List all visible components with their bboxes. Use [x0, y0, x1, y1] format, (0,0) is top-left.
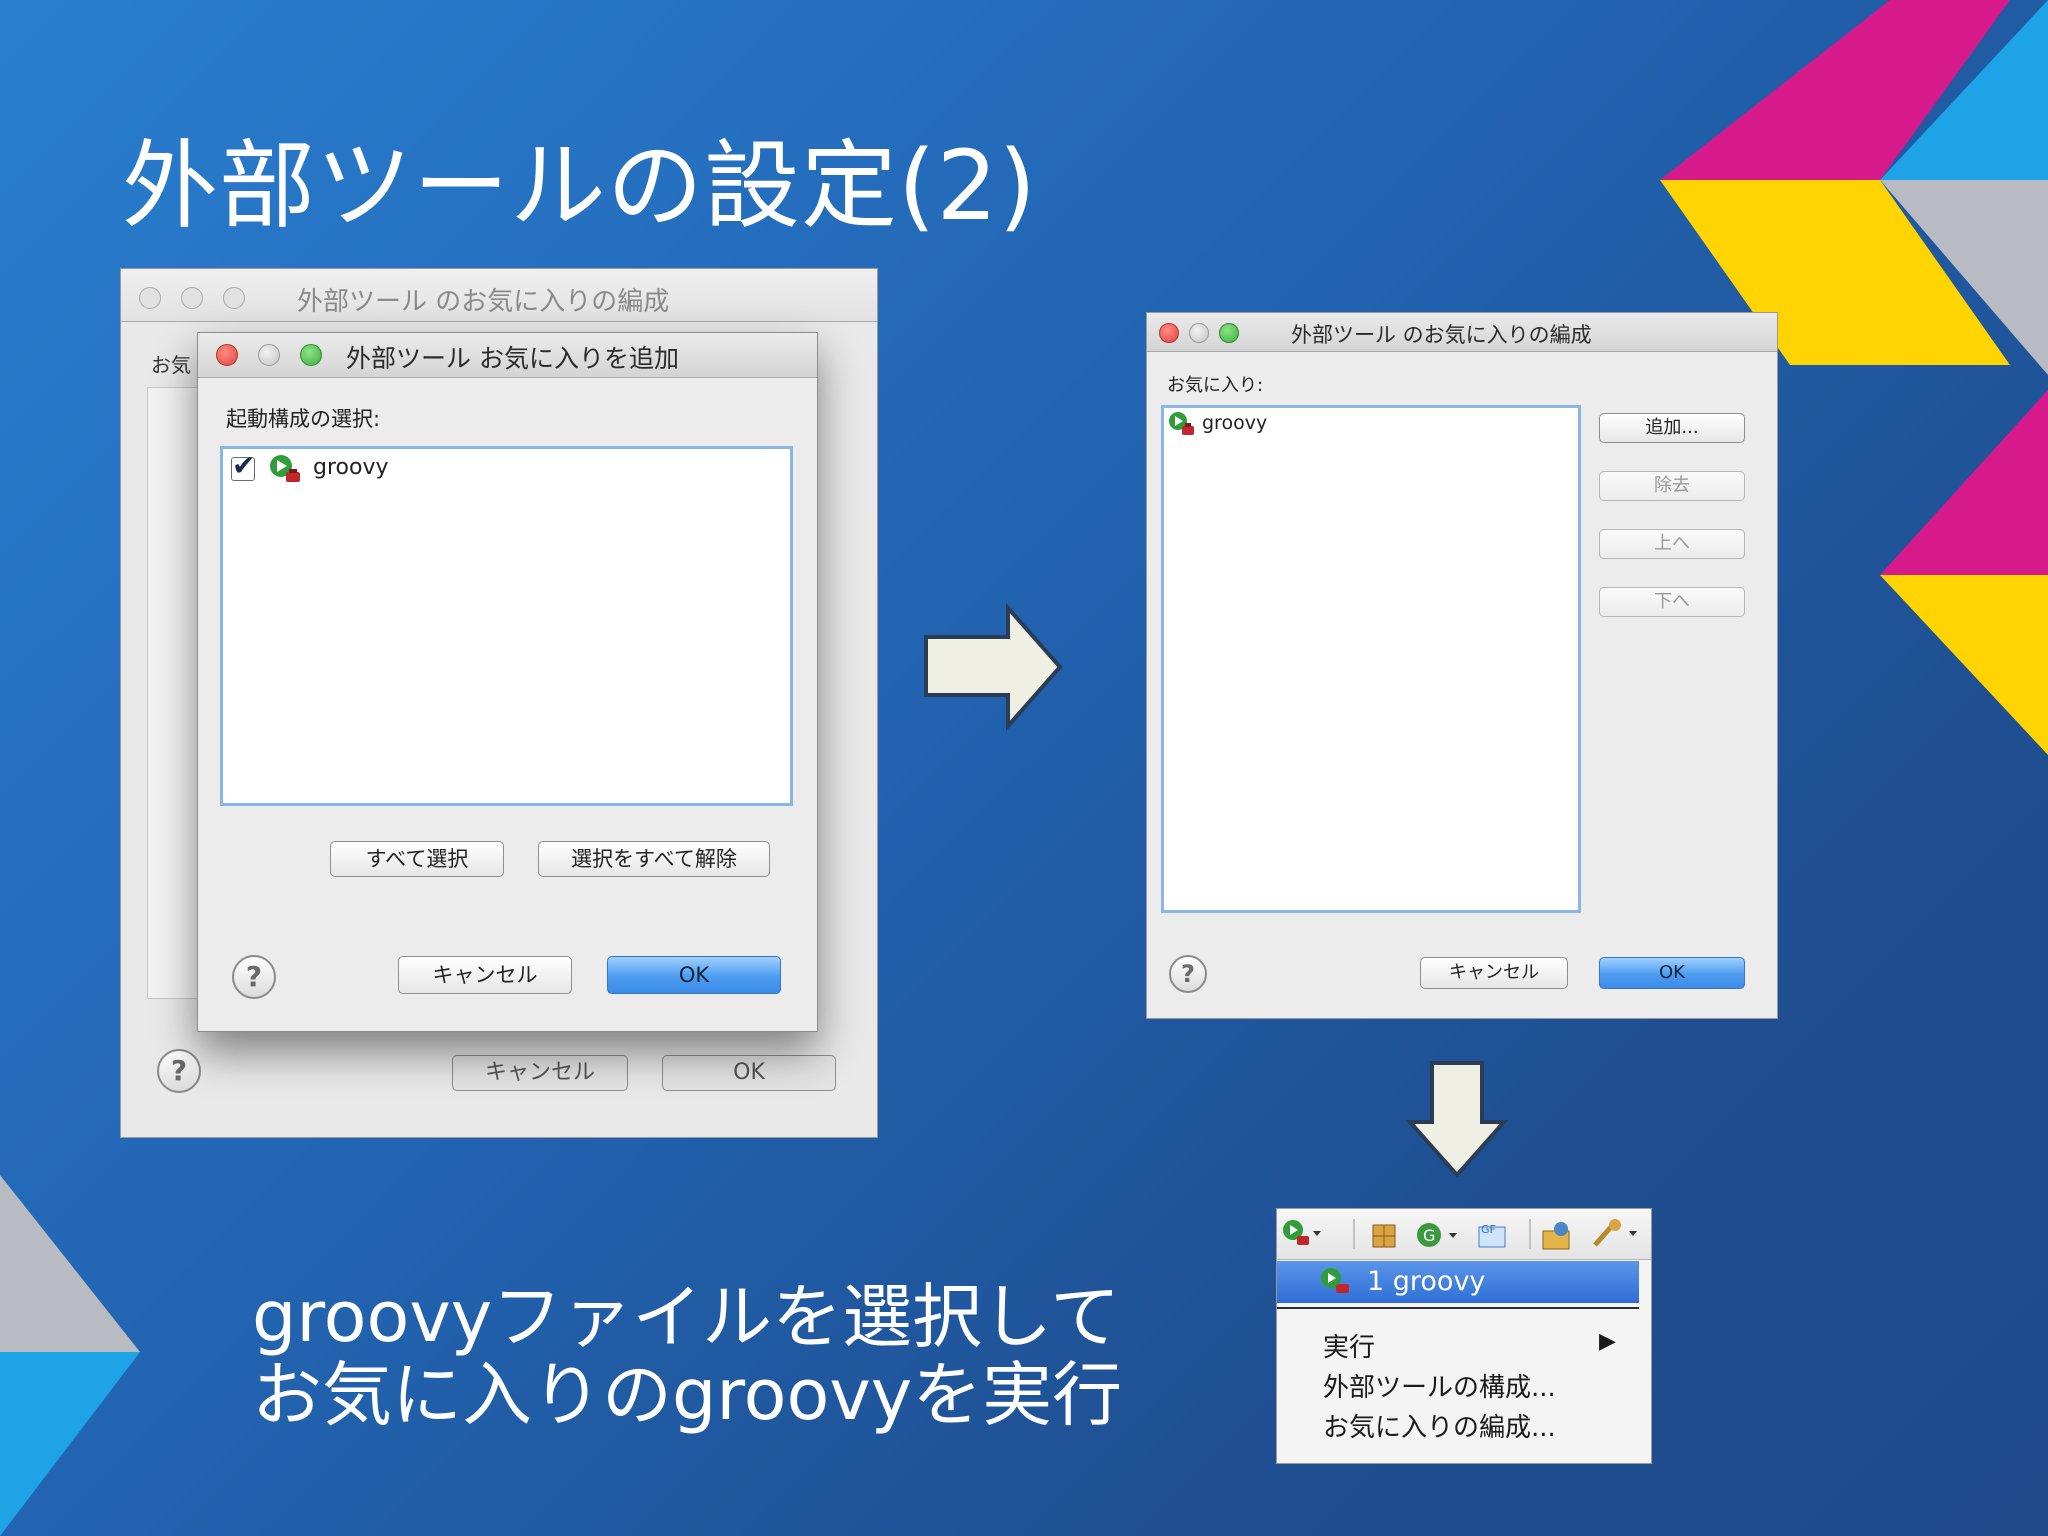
add-dialog-titlebar: 外部ツール お気に入りを追加 [198, 333, 817, 378]
menu-item-run[interactable]: 実行 ▶ [1277, 1325, 1639, 1363]
add-dialog-title: 外部ツール お気に入りを追加 [346, 344, 679, 373]
favorites-label: お気に入り: [1167, 375, 1264, 396]
cancel-button[interactable]: キャンセル [1420, 957, 1568, 989]
caption-line-1: groovyファイルを選択して [252, 1276, 1121, 1358]
menu-separator [1277, 1307, 1639, 1309]
caption-line-2: お気に入りのgroovyを実行 [252, 1354, 1123, 1436]
add-favorite-dialog: 外部ツール お気に入りを追加 起動構成の選択: ✔ groovy すべて選択 選… [197, 332, 818, 1032]
close-icon[interactable] [216, 344, 238, 366]
menu-item-label: 1 groovy [1367, 1266, 1486, 1297]
back-ok-button[interactable]: OK [662, 1055, 836, 1091]
ok-button[interactable]: OK [607, 956, 781, 994]
minimize-icon[interactable] [1189, 323, 1209, 343]
deselect-all-button[interactable]: 選択をすべて解除 [538, 841, 770, 877]
back-cancel-button[interactable]: キャンセル [452, 1055, 628, 1091]
help-icon[interactable]: ? [1169, 955, 1207, 993]
menu-item-label: お気に入りの編成... [1323, 1413, 1556, 1443]
minimize-icon[interactable] [181, 287, 203, 309]
select-all-button[interactable]: すべて選択 [330, 841, 504, 877]
help-icon[interactable]: ? [157, 1049, 201, 1093]
submenu-arrow-icon: ▶ [1599, 1329, 1616, 1354]
list-item-label: groovy [313, 455, 389, 480]
toolbar: G GF [1277, 1209, 1651, 1260]
ok-button[interactable]: OK [1599, 957, 1745, 989]
minimize-icon[interactable] [258, 344, 280, 366]
organize-favorites-dialog: 外部ツール のお気に入りの編成 お気に入り: groovy 追加... 除去 上… [1146, 312, 1778, 1019]
back-dialog-title: 外部ツール のお気に入りの編成 [297, 287, 670, 317]
zoom-icon[interactable] [300, 344, 322, 366]
launch-config-list[interactable]: ✔ groovy [220, 446, 793, 806]
down-button[interactable]: 下へ [1599, 587, 1745, 617]
add-button[interactable]: 追加... [1599, 413, 1745, 443]
menu-item-groovy[interactable]: 1 groovy [1277, 1261, 1639, 1303]
slide-caption: groovyファイルを選択して お気に入りのgroovyを実行 [252, 1278, 1122, 1434]
external-tool-run-icon [270, 455, 300, 482]
favorites-list[interactable]: groovy [1161, 405, 1581, 913]
external-tool-run-icon [1169, 412, 1194, 435]
list-item[interactable]: groovy [1168, 410, 1468, 438]
organize-dialog-title: 外部ツール のお気に入りの編成 [1291, 323, 1592, 347]
remove-button[interactable]: 除去 [1599, 471, 1745, 501]
svg-text:GF: GF [1481, 1223, 1496, 1236]
launch-config-label: 起動構成の選択: [226, 407, 381, 431]
back-dialog-titlebar: 外部ツール のお気に入りの編成 [121, 269, 877, 322]
close-icon[interactable] [1159, 323, 1179, 343]
new-class-icon[interactable]: G [1415, 1219, 1461, 1253]
svg-text:G: G [1423, 1226, 1435, 1245]
external-tools-run-icon[interactable] [1281, 1217, 1321, 1253]
list-item-label: groovy [1202, 412, 1268, 434]
back-dialog-favorites-label: お気 [151, 353, 191, 377]
up-button[interactable]: 上へ [1599, 529, 1745, 559]
new-package-icon[interactable] [1369, 1219, 1403, 1253]
menu-item-label: 実行 [1323, 1333, 1376, 1363]
menu-item-organize[interactable]: お気に入りの編成... [1277, 1405, 1639, 1443]
toolbar-separator [1353, 1219, 1355, 1249]
external-tools-menu: G GF 1 groovy 実行 ▶ 外部ツールの構成... お気に入りの編成.… [1276, 1208, 1652, 1464]
zoom-icon[interactable] [1219, 323, 1239, 343]
search-icon[interactable] [1589, 1217, 1641, 1251]
slide-title: 外部ツールの設定(2) [122, 130, 1037, 242]
cancel-button[interactable]: キャンセル [398, 956, 572, 994]
help-icon[interactable]: ? [232, 955, 276, 999]
menu-item-label: 外部ツールの構成... [1323, 1373, 1556, 1403]
organize-dialog-titlebar: 外部ツール のお気に入りの編成 [1147, 313, 1777, 352]
external-tool-run-icon [1321, 1268, 1349, 1293]
zoom-icon[interactable] [223, 287, 245, 309]
menu-item-configure[interactable]: 外部ツールの構成... [1277, 1365, 1639, 1403]
checkmark-icon: ✔ [232, 449, 256, 482]
open-type-icon[interactable] [1541, 1219, 1577, 1253]
new-groovy-icon[interactable]: GF [1475, 1217, 1511, 1251]
list-item[interactable]: ✔ groovy [229, 449, 629, 487]
toolbar-separator [1529, 1219, 1531, 1249]
close-icon[interactable] [139, 287, 161, 309]
